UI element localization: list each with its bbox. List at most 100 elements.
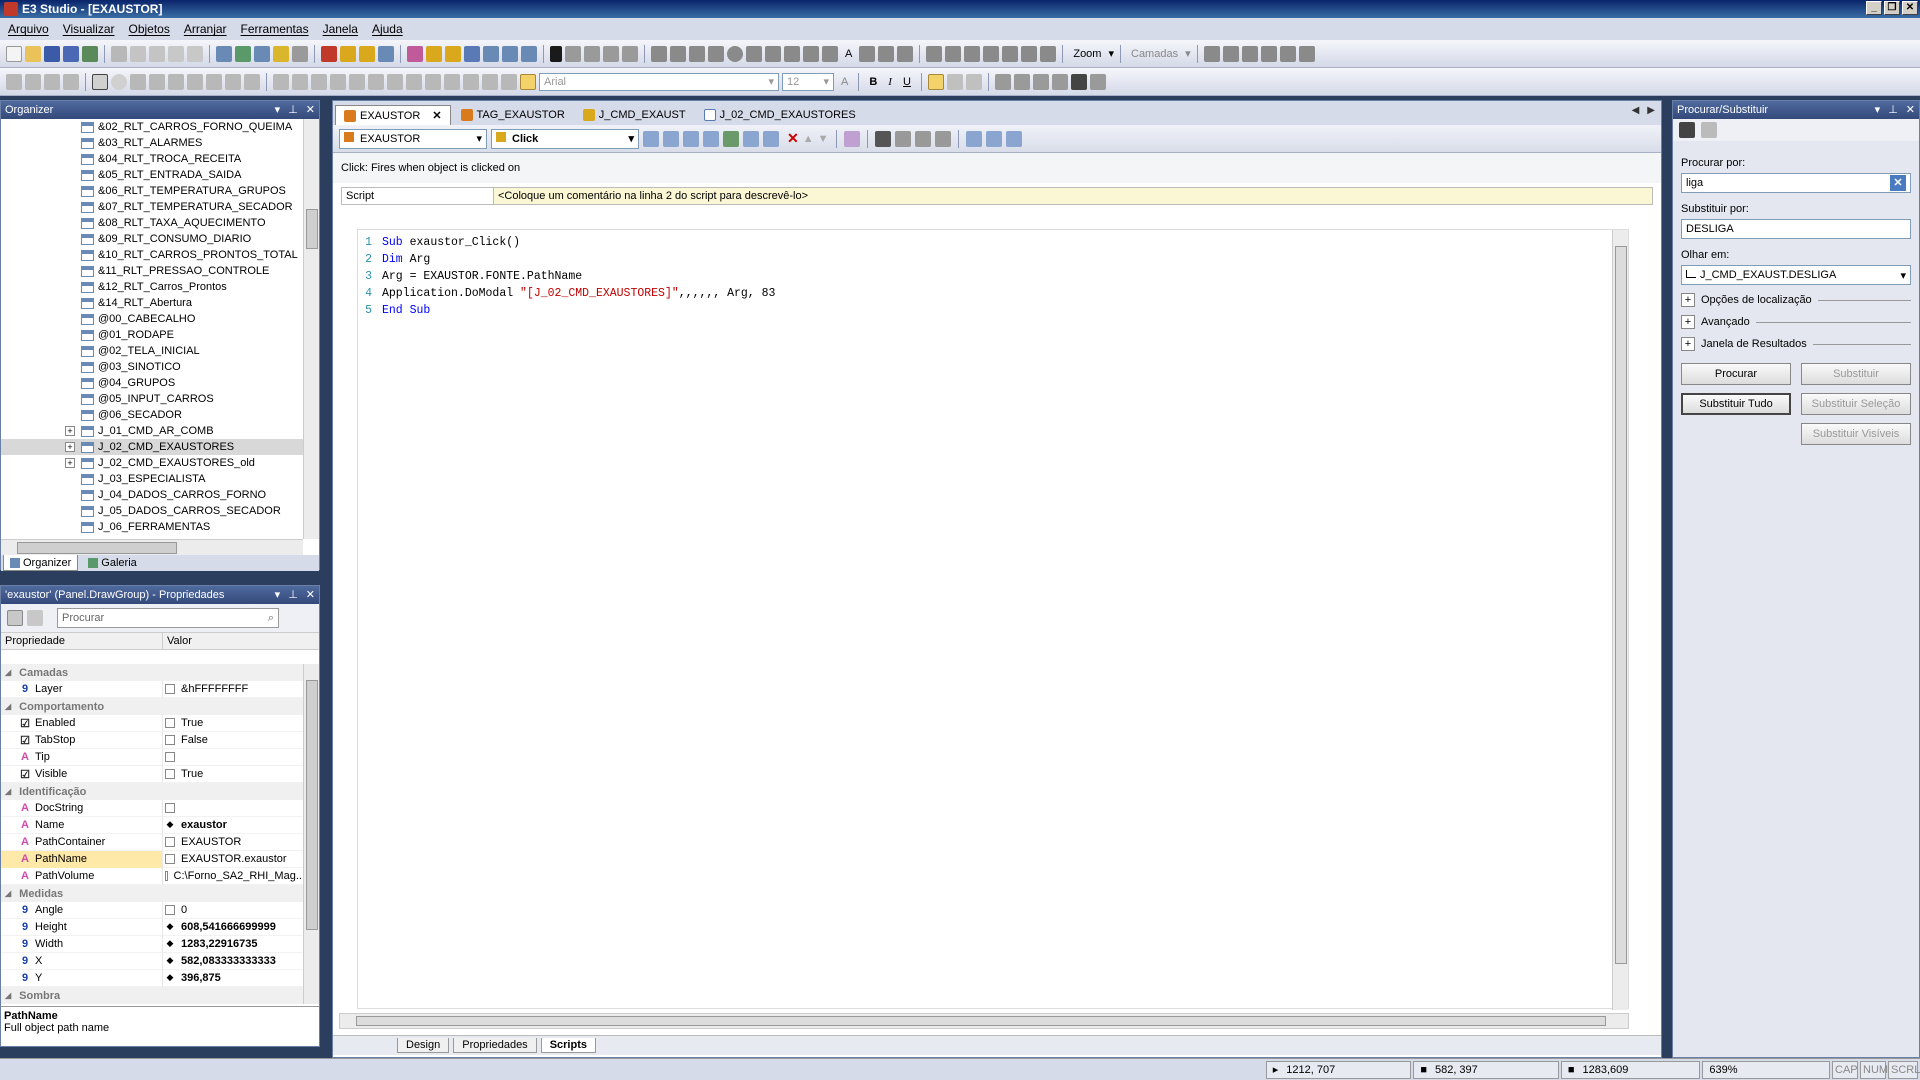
flip-v-icon[interactable] bbox=[501, 73, 517, 90]
copy-icon[interactable] bbox=[130, 45, 146, 62]
property-row[interactable]: A PathContainer EXAUSTOR bbox=[1, 833, 305, 851]
tree-item[interactable]: @03_SINOTICO bbox=[1, 359, 303, 375]
close-icon[interactable]: ✕ bbox=[1906, 103, 1915, 116]
paste-icon[interactable] bbox=[149, 45, 165, 62]
property-row[interactable]: 9 Angle 0 bbox=[1, 901, 305, 919]
property-row[interactable]: 9 X ◆ 582,083333333333 bbox=[1, 952, 305, 970]
code-line[interactable]: 4 Application.DoModal "[J_02_CMD_EXAUSTOR… bbox=[358, 285, 1628, 302]
bring-front-icon[interactable] bbox=[964, 45, 981, 62]
property-value-cell[interactable]: True bbox=[163, 717, 305, 729]
polygon-icon[interactable] bbox=[784, 45, 800, 62]
menu-janela[interactable]: Janela bbox=[323, 22, 358, 36]
property-value-cell[interactable] bbox=[163, 752, 305, 762]
look-in-combo[interactable]: J_CMD_EXAUST.DESLIGA ▾ bbox=[1681, 265, 1911, 285]
same-width-icon[interactable] bbox=[406, 73, 422, 90]
align-center-obj-icon[interactable] bbox=[25, 73, 41, 90]
column-property[interactable]: Propriedade bbox=[1, 633, 163, 649]
align-left-icon[interactable] bbox=[273, 73, 289, 90]
property-value-cell[interactable]: &hFFFFFFFF bbox=[163, 683, 305, 695]
frame-icon[interactable] bbox=[235, 45, 251, 62]
properties-vscrollbar[interactable] bbox=[303, 664, 319, 1004]
expander-advanced[interactable]: + Avançado bbox=[1681, 315, 1911, 329]
property-value-cell[interactable] bbox=[163, 803, 305, 813]
open-modal-icon[interactable] bbox=[703, 130, 719, 147]
menu-arquivo[interactable]: Arquivo bbox=[8, 22, 49, 36]
align-center-icon[interactable] bbox=[368, 73, 384, 90]
grid-icon[interactable] bbox=[1222, 45, 1239, 62]
font-color-icon[interactable]: A bbox=[837, 76, 852, 88]
tree-item[interactable]: &04_RLT_TROCA_RECEITA bbox=[1, 151, 303, 167]
save-icon[interactable] bbox=[44, 45, 60, 62]
tree-item[interactable]: &11_RLT_PRESSAO_CONTROLE bbox=[1, 263, 303, 279]
space-h-icon[interactable] bbox=[444, 73, 460, 90]
tree-item[interactable]: &03_RLT_ALARMES bbox=[1, 135, 303, 151]
label-control-icon[interactable] bbox=[168, 73, 184, 90]
property-category[interactable]: ◢ Camadas bbox=[1, 664, 305, 681]
close-button[interactable]: ✕ bbox=[1902, 1, 1918, 15]
tab-design[interactable]: Design bbox=[397, 1038, 450, 1053]
tree-item-selected[interactable]: + J_02_CMD_EXAUSTORES bbox=[1, 439, 303, 455]
space-v-icon[interactable] bbox=[463, 73, 479, 90]
collapse-icon[interactable]: ◢ bbox=[5, 787, 11, 796]
property-row[interactable]: A Tip bbox=[1, 748, 305, 766]
property-value-cell[interactable]: 0 bbox=[163, 904, 305, 916]
menu-ajuda[interactable]: Ajuda bbox=[372, 22, 403, 36]
scroll-thumb[interactable] bbox=[17, 542, 177, 554]
tree-item[interactable]: &05_RLT_ENTRADA_SAIDA bbox=[1, 167, 303, 183]
spin-icon[interactable] bbox=[206, 73, 222, 90]
expander-results-window[interactable]: + Janela de Resultados bbox=[1681, 337, 1911, 351]
tab-propriedades[interactable]: Propriedades bbox=[453, 1038, 537, 1053]
property-row[interactable]: A PathVolume C:\Forno_SA2_RHI_Mag... bbox=[1, 867, 305, 885]
collapse-icon[interactable]: ◢ bbox=[5, 889, 11, 898]
tree-item[interactable]: &02_RLT_CARROS_FORNO_QUEIMA bbox=[1, 119, 303, 135]
code-line[interactable]: 2 Dim Arg bbox=[358, 251, 1628, 268]
expand-toggle[interactable]: + bbox=[65, 458, 75, 468]
align-icon[interactable] bbox=[603, 45, 619, 62]
menu-visualizar[interactable]: Visualizar bbox=[63, 22, 115, 36]
tab-scripts[interactable]: Scripts bbox=[540, 1038, 596, 1053]
redo-icon[interactable] bbox=[187, 45, 203, 62]
expand-icon[interactable]: + bbox=[1681, 293, 1695, 307]
rounded-rect-icon[interactable] bbox=[708, 45, 724, 62]
checkbox-icon[interactable] bbox=[92, 73, 108, 90]
close-tab-icon[interactable]: ✕ bbox=[432, 109, 441, 122]
property-value-cell[interactable]: EXAUSTOR.exaustor bbox=[163, 853, 305, 865]
restore-button[interactable]: ❐ bbox=[1884, 1, 1900, 15]
align-right-icon[interactable] bbox=[292, 73, 308, 90]
tab-galeria[interactable]: Galeria bbox=[82, 555, 142, 571]
pen-icon[interactable] bbox=[765, 45, 781, 62]
dropdown-icon[interactable]: ▾ bbox=[275, 588, 281, 601]
pin-icon[interactable]: ⊥ bbox=[288, 588, 298, 601]
effect-icon[interactable] bbox=[1298, 45, 1315, 62]
picture-icon[interactable] bbox=[822, 45, 838, 62]
app-browser-icon[interactable] bbox=[843, 130, 860, 147]
fill-icon[interactable] bbox=[1260, 45, 1277, 62]
menu-ferramentas[interactable]: Ferramentas bbox=[241, 22, 309, 36]
effect-fill-icon[interactable] bbox=[1089, 73, 1106, 90]
expand-icon[interactable]: + bbox=[1681, 337, 1695, 351]
order-icon[interactable] bbox=[1002, 45, 1019, 62]
property-row[interactable]: A Name ◆ exaustor bbox=[1, 816, 305, 834]
tree-item[interactable]: J_06_FERRAMENTAS bbox=[1, 519, 303, 535]
curve-icon[interactable] bbox=[803, 45, 819, 62]
code-line[interactable]: 5 End Sub bbox=[358, 302, 1628, 319]
text-tool-icon[interactable]: A bbox=[841, 48, 856, 60]
property-row[interactable]: A PathName EXAUSTOR.exaustor bbox=[1, 850, 305, 868]
property-search-input[interactable]: Procurar ⌕ bbox=[57, 608, 279, 628]
binoculars-icon[interactable] bbox=[1679, 122, 1695, 138]
layers-dropdown[interactable]: Camadas bbox=[1127, 48, 1182, 60]
chart-icon[interactable] bbox=[44, 73, 60, 90]
organizer-vscrollbar[interactable] bbox=[303, 119, 319, 539]
property-row[interactable]: 9 Y ◆ 396,875 bbox=[1, 969, 305, 987]
collapse-icon[interactable]: ◢ bbox=[5, 668, 11, 677]
tree-item[interactable]: &14_RLT_Abertura bbox=[1, 295, 303, 311]
property-category[interactable]: ◢ Medidas bbox=[1, 885, 305, 902]
arc-icon[interactable] bbox=[746, 45, 762, 62]
replace-all-button[interactable]: Substituir Tudo bbox=[1681, 393, 1791, 415]
italic-button[interactable]: I bbox=[884, 76, 896, 88]
property-value-cell[interactable]: ◆ 396,875 bbox=[163, 972, 305, 984]
object-combo[interactable]: EXAUSTOR ▾ bbox=[339, 128, 487, 149]
menu-arranjar[interactable]: Arranjar bbox=[184, 22, 227, 36]
group-icon[interactable] bbox=[926, 45, 943, 62]
align-bottom-icon[interactable] bbox=[330, 73, 346, 90]
